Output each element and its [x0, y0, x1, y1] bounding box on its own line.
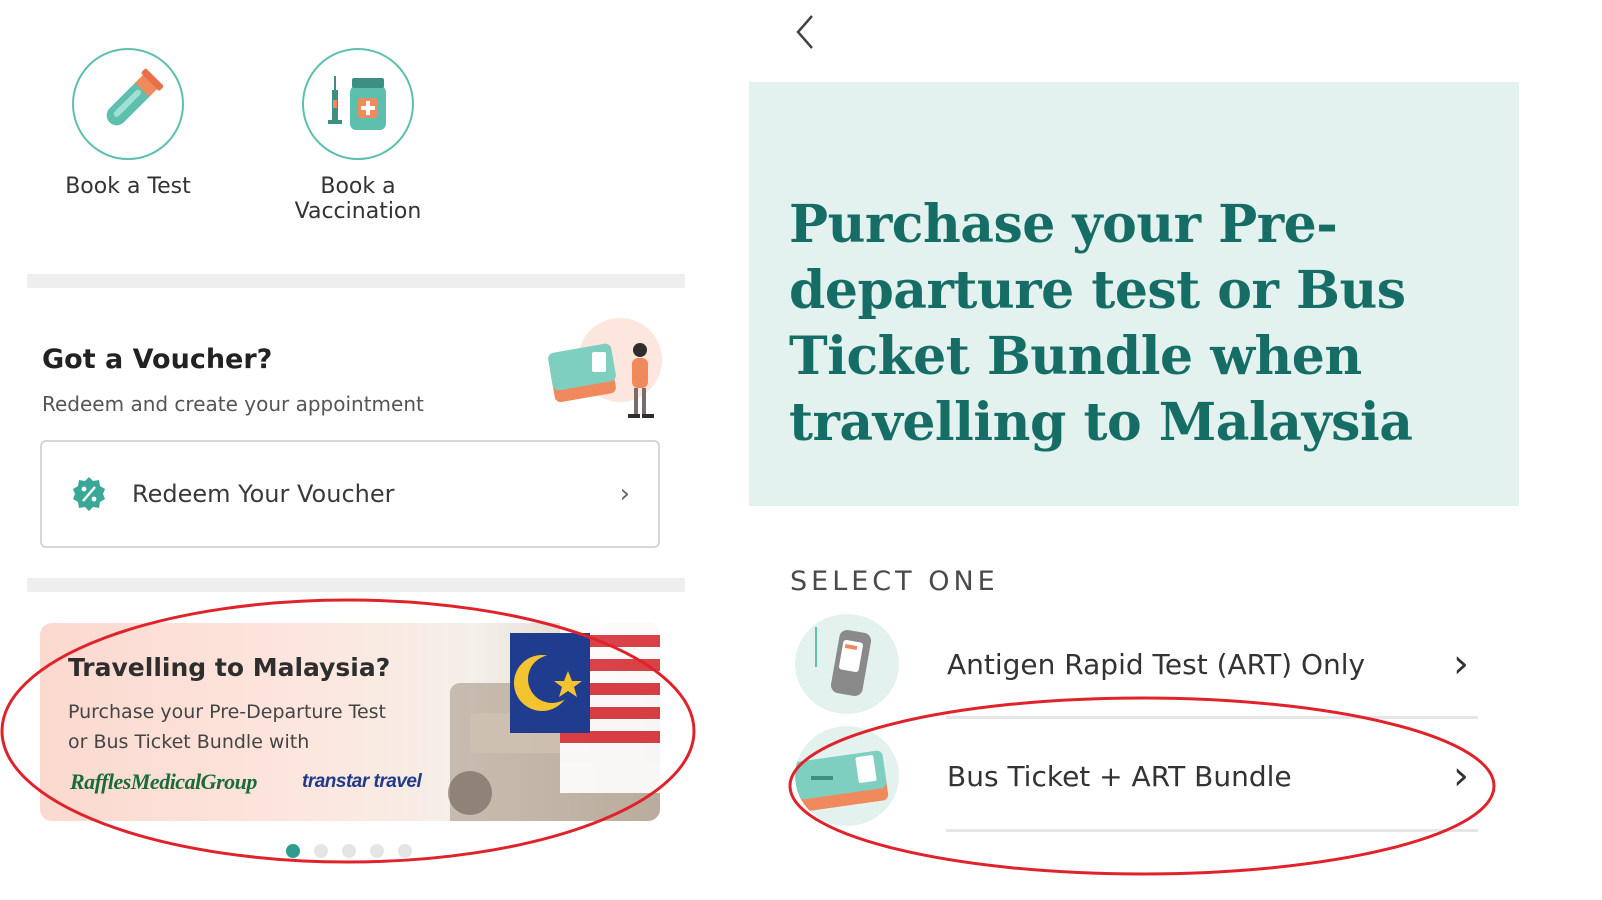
chevron-right-icon: › — [1453, 641, 1469, 687]
test-tube-icon — [72, 48, 184, 160]
chevron-right-icon: › — [1453, 753, 1469, 799]
voucher-badge-icon — [73, 477, 105, 511]
option-art-only[interactable]: Antigen Rapid Test (ART) Only › — [795, 614, 1485, 714]
transtar-logo: transtar travel — [302, 771, 422, 792]
carousel-dot[interactable] — [370, 844, 384, 858]
option-art-only-label: Antigen Rapid Test (ART) Only — [947, 647, 1366, 681]
voucher-illustration — [548, 318, 662, 418]
raffles-logo: RafflesMedicalGroup — [70, 769, 257, 794]
home-screen: Book a Test Book a Vaccination Got a Vou… — [0, 0, 720, 900]
voucher-title: Got a Voucher? — [42, 344, 273, 375]
vaccine-icon — [302, 48, 414, 160]
banner-text-line2: or Bus Ticket Bundle with — [68, 731, 310, 753]
section-divider — [27, 578, 685, 592]
book-test-label: Book a Test — [65, 174, 191, 199]
antigen-test-kit-icon — [795, 614, 899, 714]
book-vaccination-label: Book a Vaccination — [294, 174, 422, 224]
bus-ticket-icon — [795, 726, 899, 826]
banner-text-line1: Purchase your Pre-Departure Test — [68, 701, 387, 723]
option-bus-ticket-bundle[interactable]: Bus Ticket + ART Bundle › — [795, 726, 1485, 826]
option-divider — [946, 829, 1478, 832]
chevron-right-icon: › — [619, 479, 630, 509]
carousel-dots — [286, 844, 412, 858]
section-divider — [27, 274, 685, 288]
hero-title: Purchase your Pre-departure test or Bus … — [789, 194, 1413, 453]
carousel-dot[interactable] — [286, 844, 300, 858]
redeem-voucher-label: Redeem Your Voucher — [132, 480, 395, 508]
malaysia-flag-bus-image — [448, 623, 660, 821]
malaysia-promo-banner[interactable]: Travelling to Malaysia? Purchase your Pr… — [40, 623, 660, 821]
back-arrow-icon[interactable] — [790, 12, 820, 52]
carousel-dot[interactable] — [314, 844, 328, 858]
option-divider — [946, 716, 1478, 719]
select-one-label: SELECT ONE — [790, 566, 999, 597]
redeem-voucher-button[interactable]: Redeem Your Voucher › — [40, 440, 660, 548]
voucher-subtitle: Redeem and create your appointment — [42, 392, 424, 416]
banner-title: Travelling to Malaysia? — [68, 653, 391, 682]
hero-banner: Purchase your Pre-departure test or Bus … — [749, 82, 1519, 506]
book-test-button[interactable]: Book a Test — [28, 48, 228, 199]
book-vaccination-button[interactable]: Book a Vaccination — [258, 48, 458, 224]
carousel-dot[interactable] — [398, 844, 412, 858]
option-bus-ticket-bundle-label: Bus Ticket + ART Bundle — [947, 759, 1292, 793]
carousel-dot[interactable] — [342, 844, 356, 858]
